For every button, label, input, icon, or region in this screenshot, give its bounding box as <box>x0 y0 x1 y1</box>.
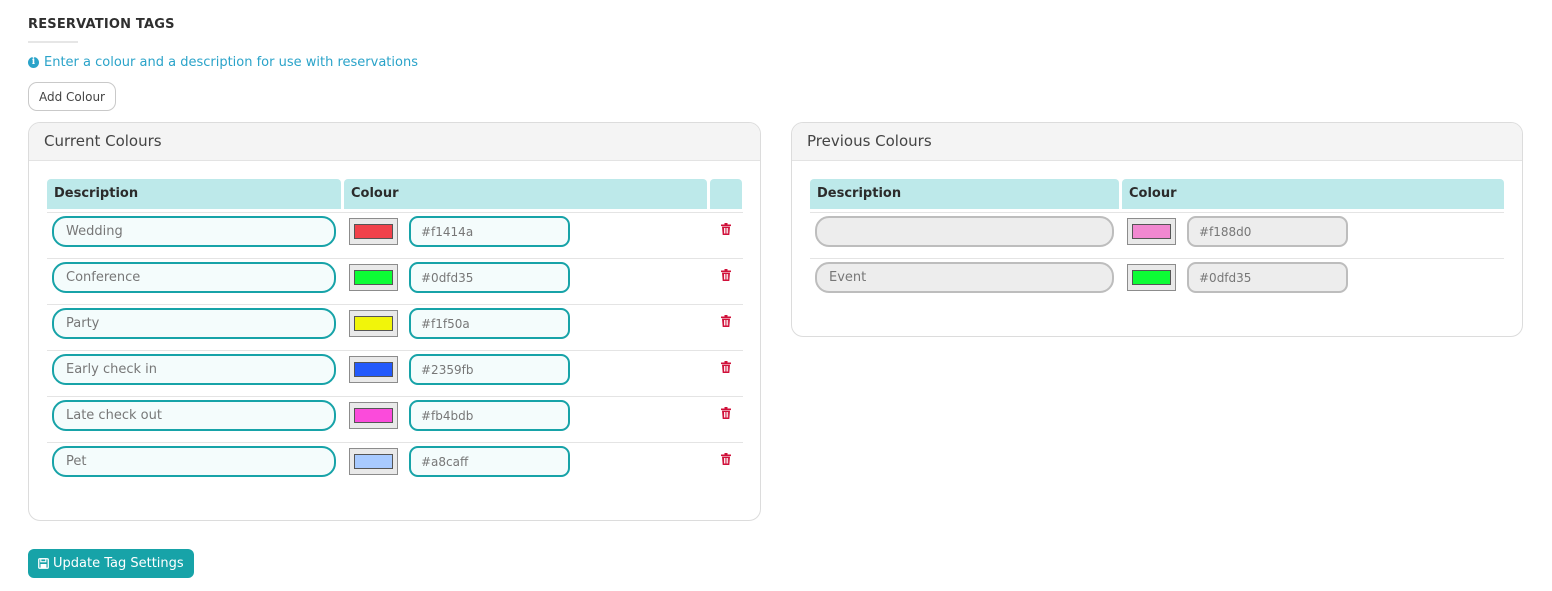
colour-swatch-fill <box>354 362 393 377</box>
delete-icon[interactable] <box>721 450 731 465</box>
colour-swatch[interactable] <box>349 310 398 337</box>
colour-swatch[interactable] <box>349 218 398 245</box>
table-row <box>47 349 743 395</box>
hex-colour-input[interactable] <box>1187 262 1348 293</box>
description-input[interactable] <box>52 446 336 477</box>
colour-swatch[interactable] <box>349 264 398 291</box>
hex-colour-input[interactable] <box>1187 216 1348 247</box>
update-tag-settings-label: Update Tag Settings <box>53 556 184 571</box>
current-colours-table: Description Colour <box>47 179 743 499</box>
hex-colour-input[interactable] <box>409 446 570 477</box>
current-colours-panel: Current Colours Description Colour <box>28 122 761 521</box>
delete-icon[interactable] <box>721 266 731 281</box>
delete-icon[interactable] <box>721 404 731 419</box>
description-input[interactable] <box>52 262 336 293</box>
table-row <box>47 211 743 257</box>
colour-swatch-fill <box>354 408 393 423</box>
update-tag-settings-button[interactable]: Update Tag Settings <box>28 549 194 578</box>
hex-colour-input[interactable] <box>409 308 570 339</box>
description-input[interactable] <box>52 354 336 385</box>
colour-swatch-fill <box>354 224 393 239</box>
description-input[interactable] <box>815 216 1114 247</box>
colour-swatch-fill <box>1132 224 1171 239</box>
info-message: i Enter a colour and a description for u… <box>28 55 418 70</box>
description-input[interactable] <box>815 262 1114 293</box>
colour-swatch[interactable] <box>1127 264 1176 291</box>
previous-colours-table: Description Colour <box>810 179 1504 319</box>
colour-swatch-fill <box>354 454 393 469</box>
table-row <box>47 303 743 349</box>
delete-icon[interactable] <box>721 220 731 235</box>
column-header-colour: Colour <box>1122 179 1504 209</box>
hex-colour-input[interactable] <box>409 262 570 293</box>
previous-colours-panel: Previous Colours Description Colour <box>791 122 1523 337</box>
colour-swatch-fill <box>354 316 393 331</box>
colour-swatch-fill <box>1132 270 1171 285</box>
delete-icon[interactable] <box>721 358 731 373</box>
reservation-tags-page: RESERVATION TAGS i Enter a colour and a … <box>0 0 1552 591</box>
table-row <box>810 257 1504 303</box>
colour-swatch[interactable] <box>1127 218 1176 245</box>
table-row <box>47 441 743 487</box>
description-input[interactable] <box>52 400 336 431</box>
current-colours-heading: Current Colours <box>29 123 760 161</box>
column-header-colour: Colour <box>344 179 707 209</box>
title-divider <box>28 41 78 43</box>
colour-swatch-fill <box>354 270 393 285</box>
colour-swatch[interactable] <box>349 448 398 475</box>
column-header-description: Description <box>810 179 1119 209</box>
delete-icon[interactable] <box>721 312 731 327</box>
hex-colour-input[interactable] <box>409 400 570 431</box>
info-icon: i <box>28 57 39 68</box>
table-row <box>810 211 1504 257</box>
table-row <box>47 257 743 303</box>
hex-colour-input[interactable] <box>409 354 570 385</box>
colour-swatch[interactable] <box>349 402 398 429</box>
description-input[interactable] <box>52 216 336 247</box>
info-text: Enter a colour and a description for use… <box>44 55 418 70</box>
column-header-description: Description <box>47 179 341 209</box>
add-colour-button[interactable]: Add Colour <box>28 82 116 111</box>
save-icon <box>38 558 49 569</box>
previous-colours-heading: Previous Colours <box>792 123 1522 161</box>
table-row <box>47 395 743 441</box>
description-input[interactable] <box>52 308 336 339</box>
colour-swatch[interactable] <box>349 356 398 383</box>
hex-colour-input[interactable] <box>409 216 570 247</box>
column-header-actions <box>710 179 742 209</box>
page-title: RESERVATION TAGS <box>28 17 175 32</box>
